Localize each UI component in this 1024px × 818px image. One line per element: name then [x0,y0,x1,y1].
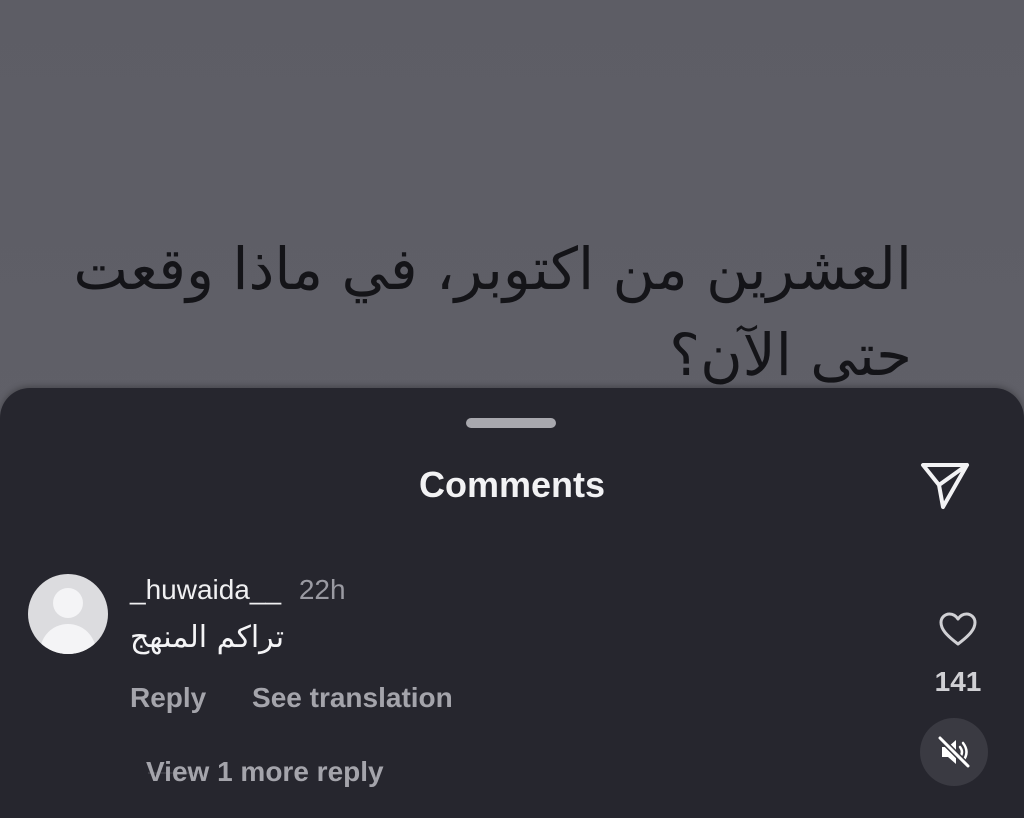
view-more-replies-button[interactable]: View 1 more reply [146,756,384,788]
sheet-drag-handle[interactable] [466,418,556,428]
post-caption-line-2: حتى الآن؟ [669,321,912,389]
mute-button[interactable] [920,718,988,786]
comments-sheet: Comments _huwaida__ 22h تراكم المنهج Rep… [0,388,1024,818]
send-icon [921,463,969,509]
comment-username[interactable]: _huwaida__ [130,574,281,605]
like-count: 141 [934,666,982,697]
heart-icon [939,612,977,646]
comment-actions: Reply See translation [130,682,453,714]
comment-text: تراكم المنهج [130,620,285,655]
comment-meta: _huwaida__ 22h [130,574,346,606]
avatar-body-shape [40,624,96,654]
comment-timestamp: 22h [298,574,346,605]
reply-button[interactable]: Reply [130,682,206,713]
see-translation-button[interactable]: See translation [252,682,453,713]
send-button[interactable] [914,454,976,516]
sheet-title: Comments [418,464,606,505]
muted-speaker-icon [937,735,971,769]
post-caption-line-1: العشرين من اكتوبر، في ماذا وقعت [73,235,912,303]
comment-item: _huwaida__ 22h تراكم المنهج Reply See tr… [28,574,988,794]
avatar[interactable] [28,574,108,654]
post-caption: العشرين من اكتوبر، في ماذا وقعت حتى الآن… [12,226,912,398]
like-button[interactable] [938,610,978,650]
avatar-head-shape [53,588,83,618]
